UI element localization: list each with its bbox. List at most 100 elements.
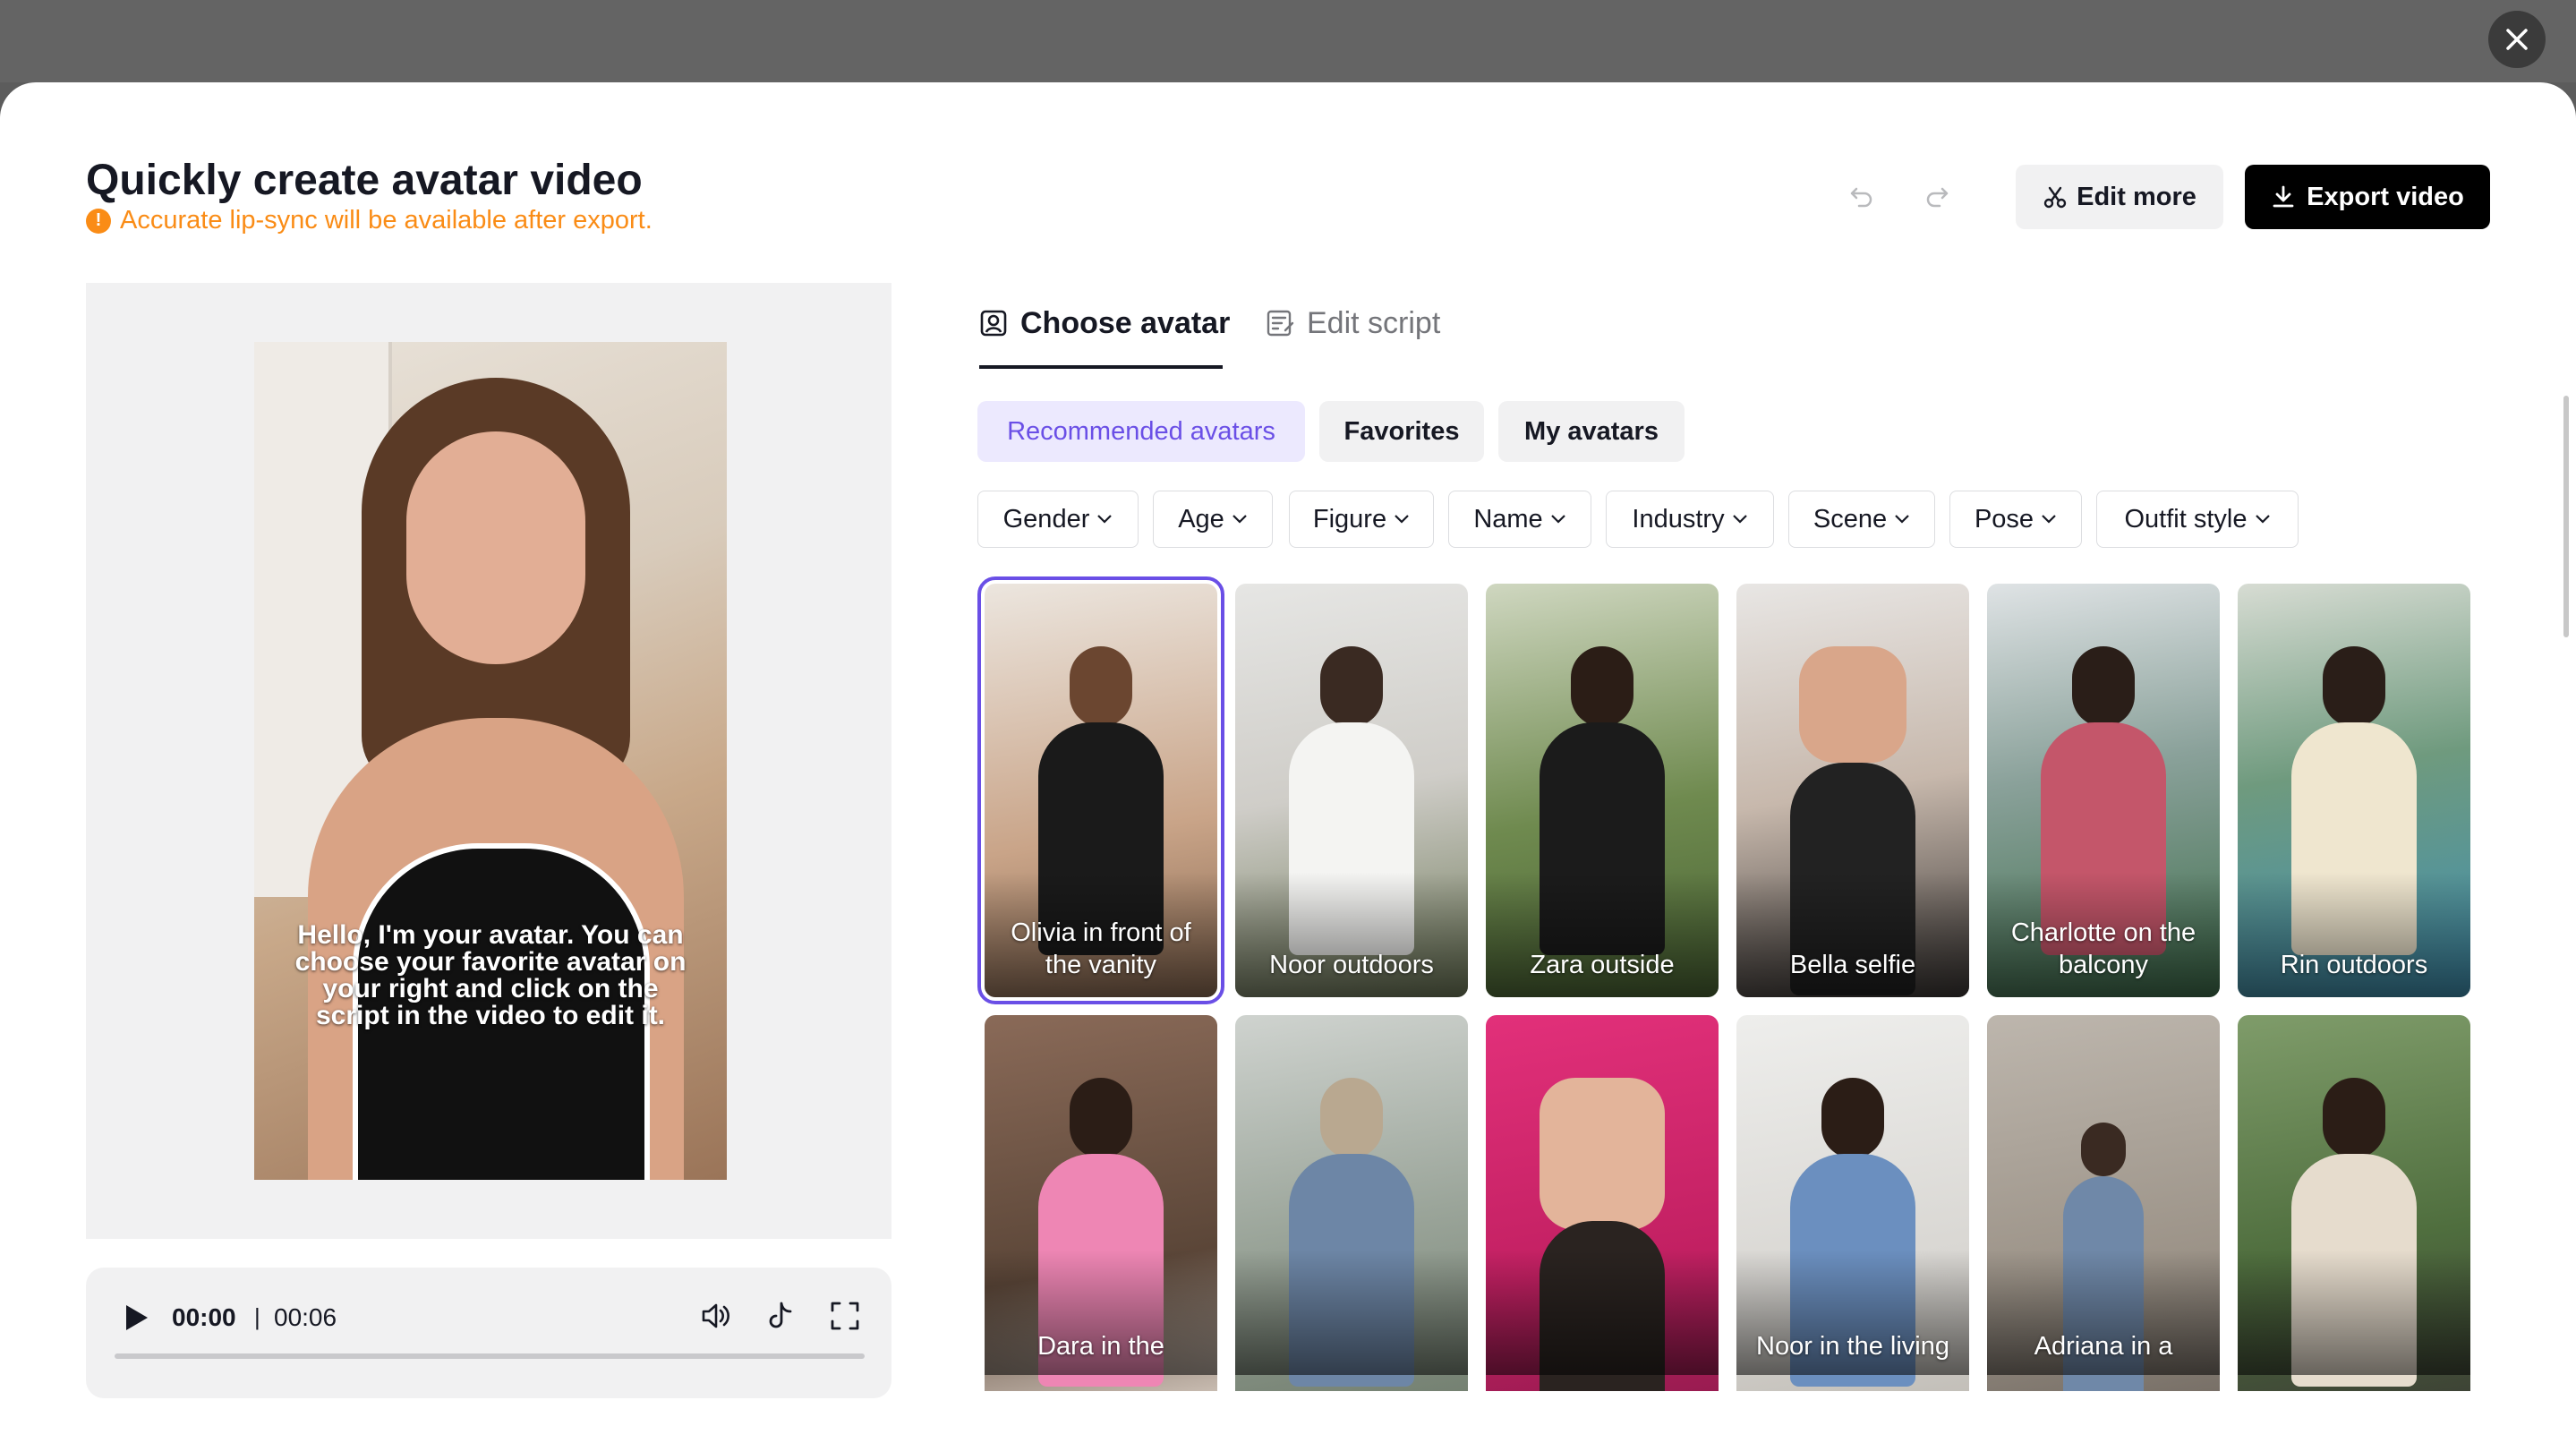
export-video-button[interactable]: Export video (2245, 165, 2490, 229)
avatar-video[interactable]: Hello, I'm your avatar. You can choose y… (254, 342, 727, 1180)
filter-label: Figure (1312, 504, 1387, 534)
player-controls: 00:00 | 00:06 (86, 1268, 891, 1398)
chevron-down-icon (2255, 515, 2270, 524)
avatar-card-adriana[interactable]: Adriana in a (1987, 1015, 2220, 1429)
avatar-card-bella-selfie[interactable]: Bella selfie (1736, 584, 1969, 997)
avatar-thumbnail-head (1540, 1078, 1665, 1230)
filter-industry[interactable]: Industry (1606, 491, 1774, 548)
category-recommended-avatars[interactable]: Recommended avatars (977, 401, 1305, 462)
tab-edit-script[interactable]: Edit script (1266, 306, 1440, 341)
filter-label: Scene (1813, 504, 1888, 534)
avatar-card-rin-outdoors[interactable]: Rin outdoors (2238, 584, 2470, 997)
avatar-card-dara[interactable]: Dara in the (985, 1015, 1217, 1429)
tiktok-icon (769, 1302, 792, 1328)
video-preview-panel: Hello, I'm your avatar. You can choose y… (86, 283, 891, 1239)
avatar-card-label: Noor in the living (1756, 1332, 1949, 1361)
filter-pose[interactable]: Pose (1949, 491, 2082, 548)
video-script-caption[interactable]: Hello, I'm your avatar. You can choose y… (290, 922, 691, 1029)
warning-icon: ! (86, 208, 111, 234)
avatar-card-label: Adriana in a (2034, 1332, 2173, 1361)
avatar-card-zara-outside[interactable]: Zara outside (1486, 584, 1719, 997)
chevron-down-icon (1895, 515, 1909, 524)
avatar-thumbnail-head (1070, 1078, 1132, 1158)
close-button[interactable] (2488, 11, 2546, 68)
filter-label: Name (1473, 504, 1543, 534)
filter-scene[interactable]: Scene (1788, 491, 1935, 548)
edit-more-button[interactable]: Edit more (2016, 165, 2223, 229)
chevron-down-icon (1395, 515, 1409, 524)
lipsync-notice: ! Accurate lip-sync will be available af… (86, 206, 653, 235)
tab-edit-script-label: Edit script (1307, 306, 1441, 340)
chevron-down-icon (1550, 515, 1565, 524)
edit-more-label: Edit more (2077, 182, 2196, 211)
category-favorites[interactable]: Favorites (1319, 401, 1484, 462)
avatar-thumbnail-head (1320, 1078, 1383, 1158)
avatar-card-label: Zara outside (1530, 951, 1675, 979)
tiktok-button[interactable] (761, 1296, 800, 1336)
filter-age[interactable]: Age (1153, 491, 1273, 548)
filter-label: Gender (1002, 504, 1090, 534)
filter-name[interactable]: Name (1448, 491, 1591, 548)
active-tab-indicator (979, 365, 1223, 369)
play-icon (126, 1305, 148, 1330)
close-icon (2506, 29, 2528, 50)
chevron-down-icon (2042, 515, 2056, 524)
avatar-card-label: Dara in the (1037, 1332, 1164, 1361)
avatar-thumbnail-head (1821, 1078, 1884, 1158)
avatar-card-charlotte-balcony[interactable]: Charlotte on the balcony (1987, 584, 2220, 997)
fullscreen-button[interactable] (825, 1296, 865, 1336)
filter-figure[interactable]: Figure (1289, 491, 1434, 548)
chevron-down-icon (1233, 515, 1247, 524)
avatar-face (406, 431, 585, 664)
avatar-card-label: Charlotte on the balcony (2010, 918, 2196, 979)
tab-choose-avatar-label: Choose avatar (1020, 306, 1231, 340)
volume-button[interactable] (696, 1296, 736, 1336)
avatar-thumbnail-head (2323, 646, 2385, 727)
play-button[interactable] (118, 1300, 154, 1336)
avatar-card-11[interactable] (2238, 1015, 2470, 1429)
avatar-card-label: Noor outdoors (1269, 951, 1434, 979)
undo-button[interactable] (1842, 175, 1881, 215)
total-time: 00:06 (274, 1303, 337, 1331)
export-video-label: Export video (2307, 182, 2464, 211)
category-my-avatars[interactable]: My avatars (1498, 401, 1685, 462)
fullscreen-icon (831, 1302, 859, 1330)
notice-text: Accurate lip-sync will be available afte… (120, 206, 653, 235)
current-time: 00:00 (172, 1303, 236, 1331)
redo-button[interactable] (1917, 175, 1957, 215)
chevron-down-icon (1097, 515, 1113, 524)
filter-label: Age (1178, 504, 1224, 534)
filter-outfit-style[interactable]: Outfit style (2096, 491, 2299, 548)
avatar-thumbnail-head (1320, 646, 1383, 727)
filter-gender[interactable]: Gender (977, 491, 1139, 548)
avatar-card-7[interactable] (1235, 1015, 1468, 1429)
filter-label: Industry (1632, 504, 1725, 534)
script-icon (1267, 310, 1294, 336)
download-icon (2273, 185, 2294, 208)
avatar-card-8[interactable] (1486, 1015, 1719, 1429)
avatar-card-label: Rin outdoors (2280, 951, 2428, 979)
avatar-thumbnail-head (2072, 646, 2135, 727)
avatar-card-label: Bella selfie (1789, 951, 1916, 979)
card-overlay (2238, 1250, 2470, 1375)
avatar-card-olivia[interactable]: Olivia in front of the vanity (977, 576, 1224, 1004)
avatar-card-label: Olivia in front of the vanity (1011, 918, 1191, 979)
avatar-thumbnail-head (2323, 1078, 2385, 1158)
tab-choose-avatar[interactable]: Choose avatar (979, 306, 1230, 341)
avatar-thumbnail-head (1799, 646, 1906, 763)
card-overlay (1235, 1250, 1468, 1375)
background-page (0, 0, 2576, 82)
progress-bar[interactable] (115, 1353, 865, 1359)
avatar-video-modal: Quickly create avatar video ! Accurate l… (0, 82, 2576, 1443)
avatar-icon (980, 310, 1007, 336)
filter-label: Pose (1974, 504, 2034, 534)
avatar-thumbnail-head (1070, 646, 1132, 727)
avatar-card-noor-living[interactable]: Noor in the living (1736, 1015, 1969, 1429)
time-separator: | (254, 1303, 260, 1330)
avatar-card-noor-outdoors[interactable]: Noor outdoors (1235, 584, 1468, 997)
volume-icon (702, 1303, 729, 1328)
scrollbar[interactable] (2563, 396, 2569, 637)
scissors-icon (2043, 186, 2067, 209)
modal-title: Quickly create avatar video (86, 157, 643, 204)
chevron-down-icon (1732, 515, 1747, 524)
